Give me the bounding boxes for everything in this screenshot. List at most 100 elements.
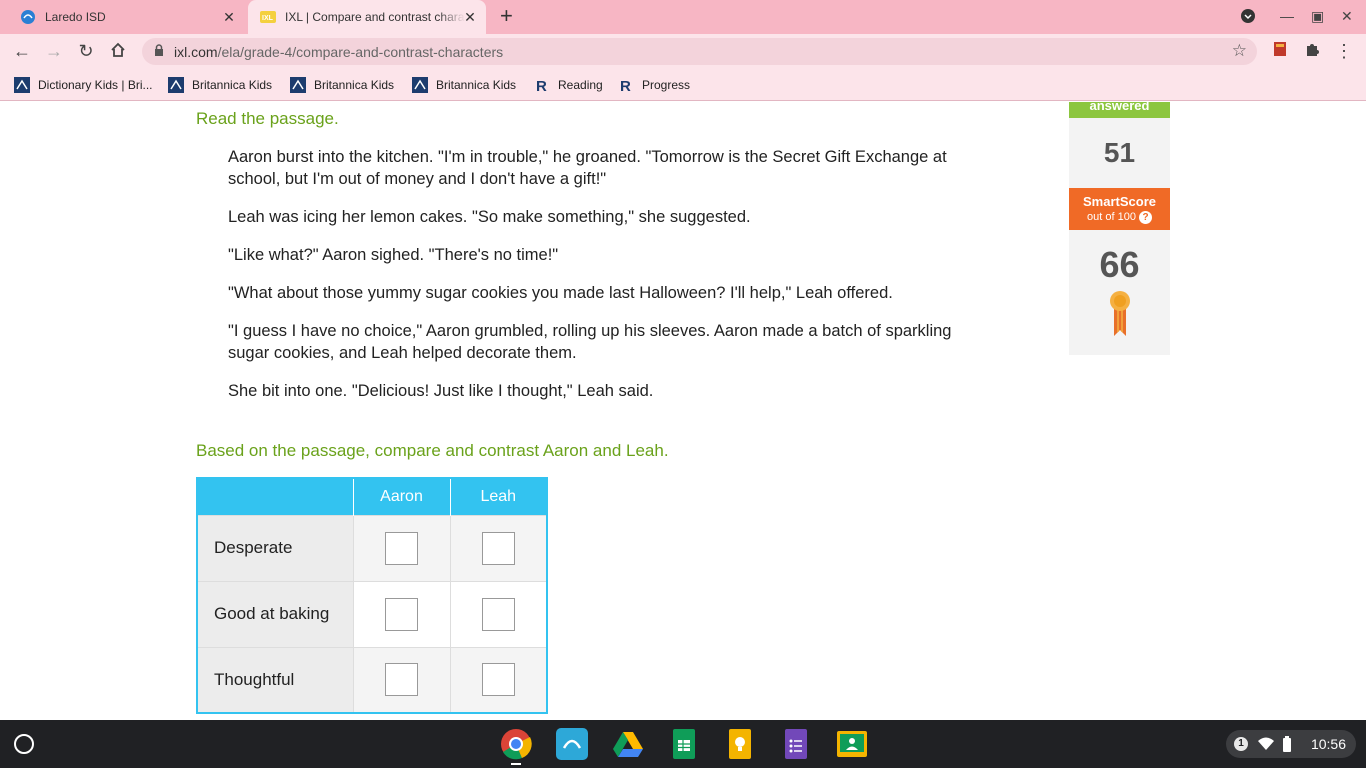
bookmark-star-icon[interactable]: ☆ bbox=[1232, 41, 1247, 61]
close-tab-icon[interactable]: ✕ bbox=[462, 9, 478, 25]
home-icon[interactable] bbox=[108, 41, 128, 61]
new-tab-icon[interactable]: + bbox=[500, 5, 513, 27]
instruction-text: Read the passage. bbox=[196, 109, 339, 128]
google-classroom-icon[interactable] bbox=[836, 728, 868, 760]
checkbox[interactable] bbox=[385, 531, 418, 565]
close-tab-icon[interactable]: ✕ bbox=[221, 9, 237, 25]
cell-good-at-baking-leah bbox=[450, 580, 548, 647]
britannica-icon bbox=[412, 77, 428, 93]
tab-strip: Laredo ISD ✕ IXL IXL | Compare and contr… bbox=[0, 0, 1366, 34]
checkbox[interactable] bbox=[385, 597, 418, 631]
bookmark-reading[interactable]: R Reading bbox=[534, 77, 603, 93]
checkbox[interactable] bbox=[481, 597, 515, 631]
britannica-icon bbox=[14, 77, 30, 93]
tab-title: IXL | Compare and contrast characters bbox=[285, 10, 465, 24]
grid-header-row: Aaron Leah bbox=[197, 478, 548, 515]
cell-desperate-leah bbox=[450, 514, 548, 581]
bookmark-label: Britannica Kids bbox=[314, 78, 395, 92]
svg-text:IXL: IXL bbox=[262, 15, 274, 22]
google-keep-icon[interactable] bbox=[724, 728, 756, 760]
bookmark-britannica-kids-1[interactable]: Britannica Kids bbox=[168, 77, 272, 93]
ixl-icon: IXL bbox=[260, 9, 276, 25]
row-label: Desperate bbox=[197, 514, 354, 581]
smartscore-sub-text: out of 100 bbox=[1087, 211, 1136, 223]
questions-answered-count: 51 bbox=[1069, 118, 1170, 188]
minimize-icon[interactable]: — bbox=[1280, 8, 1294, 24]
url-text: ixl.com/ela/grade-4/compare-and-contrast… bbox=[174, 44, 503, 60]
row-label: Good at baking bbox=[197, 580, 354, 647]
passage-paragraph: "Like what?" Aaron sighed. "There's no t… bbox=[228, 246, 559, 264]
checkbox[interactable] bbox=[385, 663, 418, 697]
tab-ixl[interactable]: IXL IXL | Compare and contrast character… bbox=[248, 0, 486, 34]
table-row: Good at baking bbox=[197, 580, 548, 647]
close-window-icon[interactable]: ✕ bbox=[1341, 8, 1353, 25]
bookmark-britannica-kids-3[interactable]: Britannica Kids bbox=[412, 77, 516, 93]
smartscore-header: SmartScore out of 100 ? bbox=[1069, 188, 1170, 230]
table-row: Desperate bbox=[197, 514, 548, 581]
passage: Aaron burst into the kitchen. "I'm in tr… bbox=[228, 146, 963, 418]
checkbox[interactable] bbox=[481, 531, 515, 565]
forward-icon[interactable]: → bbox=[44, 41, 64, 61]
question-prompt: Based on the passage, compare and contra… bbox=[196, 441, 669, 460]
smartscore-value: 66 bbox=[1099, 244, 1140, 285]
bookmark-label: Reading bbox=[558, 78, 603, 92]
address-bar[interactable]: ixl.com/ela/grade-4/compare-and-contrast… bbox=[142, 38, 1257, 65]
tab-search-icon[interactable] bbox=[1240, 8, 1256, 27]
smartscore-label: SmartScore bbox=[1083, 194, 1156, 209]
bookmark-label: Britannica Kids bbox=[192, 78, 273, 92]
laredo-isd-icon[interactable] bbox=[556, 728, 588, 760]
lock-icon[interactable] bbox=[154, 44, 164, 62]
launcher-icon[interactable] bbox=[14, 734, 34, 754]
menu-kebab-icon[interactable]: ⋮ bbox=[1334, 41, 1354, 61]
passage-paragraph: Leah was icing her lemon cakes. "So make… bbox=[228, 208, 751, 226]
compare-grid: Aaron Leah Desperate Good at baking Thou… bbox=[196, 477, 548, 714]
extension-book-icon[interactable] bbox=[1270, 41, 1290, 61]
smartscore-sub: out of 100 ? bbox=[1069, 211, 1170, 224]
restore-icon[interactable]: ▣ bbox=[1311, 8, 1324, 25]
column-header-aaron: Aaron bbox=[353, 478, 451, 515]
url-domain: ixl.com bbox=[174, 44, 218, 60]
notification-count-badge[interactable]: 1 bbox=[1234, 737, 1248, 751]
cell-thoughtful-aaron bbox=[353, 646, 451, 713]
bookmark-label: Progress bbox=[642, 78, 691, 92]
bookmark-label: Britannica Kids bbox=[436, 78, 517, 92]
tab-laredo-isd[interactable]: Laredo ISD ✕ bbox=[10, 0, 245, 34]
reload-icon[interactable]: ↻ bbox=[76, 41, 96, 61]
svg-text:R: R bbox=[536, 78, 547, 93]
google-forms-icon[interactable] bbox=[780, 728, 812, 760]
britannica-icon bbox=[290, 77, 306, 93]
bookmark-britannica-kids-2[interactable]: Britannica Kids bbox=[290, 77, 394, 93]
cell-desperate-aaron bbox=[353, 514, 451, 581]
reading-r-icon: R bbox=[534, 77, 550, 93]
column-header-leah: Leah bbox=[450, 478, 548, 515]
battery-icon bbox=[1282, 736, 1292, 755]
cell-good-at-baking-aaron bbox=[353, 580, 451, 647]
passage-paragraph: Aaron burst into the kitchen. "I'm in tr… bbox=[228, 148, 947, 188]
bookmark-label: Dictionary Kids | Bri... bbox=[38, 78, 153, 92]
extensions-puzzle-icon[interactable] bbox=[1302, 41, 1322, 61]
passage-paragraph: "What about those yummy sugar cookies yo… bbox=[228, 284, 893, 302]
wifi-icon bbox=[1258, 737, 1274, 754]
bookmark-progress[interactable]: R Progress bbox=[618, 77, 690, 93]
bookmarks-bar: Dictionary Kids | Bri... Britannica Kids… bbox=[0, 69, 1366, 101]
active-app-indicator bbox=[511, 763, 521, 765]
back-icon[interactable]: ← bbox=[12, 41, 32, 61]
bookmark-dictionary-kids[interactable]: Dictionary Kids | Bri... bbox=[14, 77, 152, 93]
reading-r-icon: R bbox=[618, 77, 634, 93]
google-drive-icon[interactable] bbox=[612, 728, 644, 760]
smartscore-panel: 66 bbox=[1069, 230, 1170, 355]
help-icon[interactable]: ? bbox=[1139, 211, 1152, 224]
stats-sidebar: answered 51 SmartScore out of 100 ? 66 bbox=[1069, 102, 1170, 355]
status-tray[interactable]: 1 10:56 bbox=[1226, 730, 1356, 758]
svg-text:R: R bbox=[620, 78, 631, 93]
clock-time: 10:56 bbox=[1310, 736, 1346, 752]
passage-paragraph: She bit into one. "Delicious! Just like … bbox=[228, 382, 654, 400]
row-label: Thoughtful bbox=[197, 646, 354, 713]
google-sheets-icon[interactable] bbox=[668, 728, 700, 760]
checkbox[interactable] bbox=[481, 663, 515, 697]
os-shelf: 1 10:56 bbox=[0, 720, 1366, 768]
passage-paragraph: "I guess I have no choice," Aaron grumbl… bbox=[228, 322, 952, 362]
britannica-icon bbox=[168, 77, 184, 93]
ribbon-medal-icon bbox=[1069, 290, 1170, 343]
chrome-icon[interactable] bbox=[500, 728, 532, 765]
